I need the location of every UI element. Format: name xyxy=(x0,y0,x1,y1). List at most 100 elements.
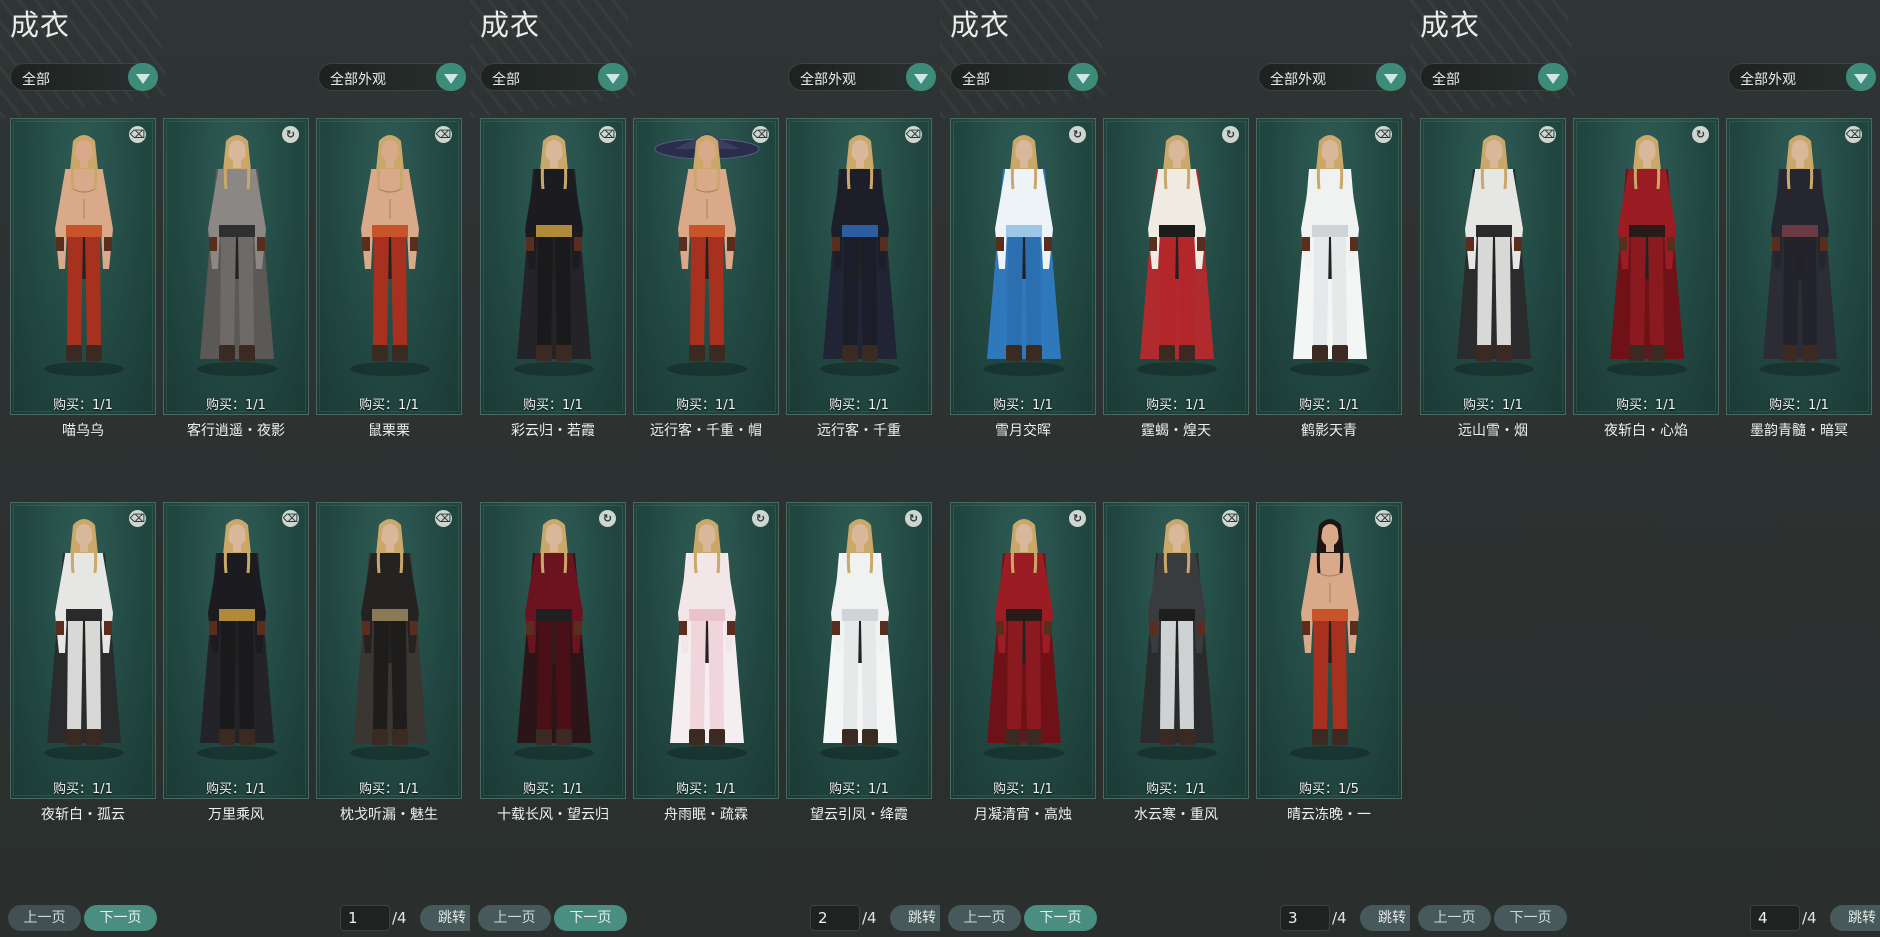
outfit-preview[interactable] xyxy=(633,118,779,415)
appearance-dropdown[interactable]: 全部外观 xyxy=(1728,63,1876,91)
refresh-icon[interactable]: ↻ xyxy=(282,126,299,143)
outfit-preview[interactable] xyxy=(786,502,932,799)
chevron-down-icon[interactable] xyxy=(1376,63,1406,91)
trash-icon[interactable]: ⌫ xyxy=(599,126,616,143)
page-title: 成衣 xyxy=(480,8,541,42)
chevron-down-icon[interactable] xyxy=(906,63,936,91)
outfit-card[interactable]: ↻ 购买：1/1 月凝清宵・高烛 xyxy=(950,502,1096,823)
outfit-card[interactable]: ↻ 购买：1/1 客行逍遥・夜影 xyxy=(163,118,309,439)
outfit-name: 水云寒・重风 xyxy=(1134,807,1218,823)
refresh-icon[interactable]: ↻ xyxy=(752,510,769,527)
next-page-button[interactable]: 下一页 xyxy=(84,905,157,931)
prev-page-button[interactable]: 上一页 xyxy=(478,905,551,931)
outfit-preview[interactable] xyxy=(480,502,626,799)
outfit-preview[interactable] xyxy=(1256,502,1402,799)
outfit-card[interactable]: ⌫ 购买：1/1 水云寒・重风 xyxy=(1103,502,1249,823)
jump-button[interactable]: 跳转 xyxy=(890,905,940,931)
category-dropdown[interactable]: 全部 xyxy=(1420,63,1568,91)
outfit-preview[interactable] xyxy=(1103,502,1249,799)
page-number-input[interactable]: 3 xyxy=(1280,905,1330,931)
outfit-preview[interactable] xyxy=(1103,118,1249,415)
outfit-preview[interactable] xyxy=(1726,118,1872,415)
page-number-input[interactable]: 4 xyxy=(1750,905,1800,931)
jump-button[interactable]: 跳转 xyxy=(1830,905,1880,931)
outfit-preview[interactable] xyxy=(316,118,462,415)
outfit-card[interactable]: ⌫ 购买：1/1 鼠栗栗 xyxy=(316,118,462,439)
outfit-card[interactable]: ↻ 购买：1/1 雪月交晖 xyxy=(950,118,1096,439)
next-page-button[interactable]: 下一页 xyxy=(1494,905,1567,931)
outfit-card[interactable]: ↻ 购买：1/1 十载长风・望云归 xyxy=(480,502,626,823)
outfit-card[interactable]: ⌫ 购买：1/1 喵乌乌 xyxy=(10,118,156,439)
chevron-down-icon[interactable] xyxy=(598,63,628,91)
trash-icon[interactable]: ⌫ xyxy=(282,510,299,527)
next-page-button[interactable]: 下一页 xyxy=(1024,905,1097,931)
outfit-card[interactable]: ⌫ 购买：1/5 晴云冻晚・一 xyxy=(1256,502,1402,823)
prev-page-button[interactable]: 上一页 xyxy=(8,905,81,931)
outfit-preview[interactable] xyxy=(316,502,462,799)
trash-icon[interactable]: ⌫ xyxy=(1222,510,1239,527)
trash-icon[interactable]: ⌫ xyxy=(1539,126,1556,143)
outfit-preview[interactable] xyxy=(480,118,626,415)
trash-icon[interactable]: ⌫ xyxy=(1375,126,1392,143)
outfit-preview[interactable] xyxy=(1420,118,1566,415)
trash-icon[interactable]: ⌫ xyxy=(129,510,146,527)
trash-icon[interactable]: ⌫ xyxy=(752,126,769,143)
appearance-dropdown[interactable]: 全部外观 xyxy=(788,63,936,91)
page-number-input[interactable]: 2 xyxy=(810,905,860,931)
outfit-card[interactable]: ⌫ 购买：1/1 夜斩白・孤云 xyxy=(10,502,156,823)
refresh-icon[interactable]: ↻ xyxy=(905,510,922,527)
purchase-count: 购买：1/1 xyxy=(1299,398,1359,413)
outfit-card[interactable]: ⌫ 购买：1/1 枕戈听漏・魅生 xyxy=(316,502,462,823)
outfit-card[interactable]: ↻ 购买：1/1 夜斩白・心焰 xyxy=(1573,118,1719,439)
outfit-preview[interactable] xyxy=(786,118,932,415)
outfit-preview[interactable] xyxy=(10,118,156,415)
outfit-preview[interactable] xyxy=(163,502,309,799)
trash-icon[interactable]: ⌫ xyxy=(905,126,922,143)
outfit-card[interactable]: ↻ 购买：1/1 霆蝎・煌天 xyxy=(1103,118,1249,439)
outfit-preview[interactable] xyxy=(950,118,1096,415)
appearance-dropdown[interactable]: 全部外观 xyxy=(318,63,466,91)
refresh-icon[interactable]: ↻ xyxy=(1069,126,1086,143)
trash-icon[interactable]: ⌫ xyxy=(129,126,146,143)
category-dropdown[interactable]: 全部 xyxy=(480,63,628,91)
outfit-card[interactable]: ↻ 购买：1/1 舟雨眠・疏霖 xyxy=(633,502,779,823)
outfit-card[interactable]: ⌫ 购买：1/1 墨韵青髓・暗冥 xyxy=(1726,118,1872,439)
outfit-card[interactable]: ⌫ 购买：1/1 远行客・千重・帽 xyxy=(633,118,779,439)
chevron-down-icon[interactable] xyxy=(128,63,158,91)
chevron-down-icon[interactable] xyxy=(436,63,466,91)
trash-icon[interactable]: ⌫ xyxy=(435,510,452,527)
jump-button[interactable]: 跳转 xyxy=(1360,905,1410,931)
outfit-card[interactable]: ⌫ 购买：1/1 远行客・千重 xyxy=(786,118,932,439)
outfit-preview[interactable] xyxy=(10,502,156,799)
trash-icon[interactable]: ⌫ xyxy=(435,126,452,143)
chevron-down-icon[interactable] xyxy=(1538,63,1568,91)
refresh-icon[interactable]: ↻ xyxy=(1692,126,1709,143)
refresh-icon[interactable]: ↻ xyxy=(1069,510,1086,527)
refresh-icon[interactable]: ↻ xyxy=(599,510,616,527)
category-dropdown[interactable]: 全部 xyxy=(10,63,158,91)
refresh-icon[interactable]: ↻ xyxy=(1222,126,1239,143)
prev-page-button[interactable]: 上一页 xyxy=(948,905,1021,931)
outfit-preview[interactable] xyxy=(633,502,779,799)
outfit-card[interactable]: ↻ 购买：1/1 望云引凤・绛霞 xyxy=(786,502,932,823)
page-number-input[interactable]: 1 xyxy=(340,905,390,931)
outfit-preview[interactable] xyxy=(163,118,309,415)
jump-button[interactable]: 跳转 xyxy=(420,905,470,931)
appearance-dropdown[interactable]: 全部外观 xyxy=(1258,63,1406,91)
outfit-preview[interactable] xyxy=(1256,118,1402,415)
outfit-card[interactable]: ⌫ 购买：1/1 远山雪・烟 xyxy=(1420,118,1566,439)
outfit-name: 客行逍遥・夜影 xyxy=(187,423,285,439)
chevron-down-icon[interactable] xyxy=(1068,63,1098,91)
outfit-card[interactable]: ⌫ 购买：1/1 彩云归・若霞 xyxy=(480,118,626,439)
outfit-card[interactable]: ⌫ 购买：1/1 万里乘风 xyxy=(163,502,309,823)
outfit-card[interactable]: ⌫ 购买：1/1 鹤影天青 xyxy=(1256,118,1402,439)
next-page-button[interactable]: 下一页 xyxy=(554,905,627,931)
trash-icon[interactable]: ⌫ xyxy=(1375,510,1392,527)
chevron-down-icon[interactable] xyxy=(1846,63,1876,91)
prev-page-button[interactable]: 上一页 xyxy=(1418,905,1491,931)
outfit-preview[interactable] xyxy=(1573,118,1719,415)
trash-icon[interactable]: ⌫ xyxy=(1845,126,1862,143)
category-dropdown[interactable]: 全部 xyxy=(950,63,1098,91)
outfit-preview[interactable] xyxy=(950,502,1096,799)
page-title: 成衣 xyxy=(1420,8,1481,42)
